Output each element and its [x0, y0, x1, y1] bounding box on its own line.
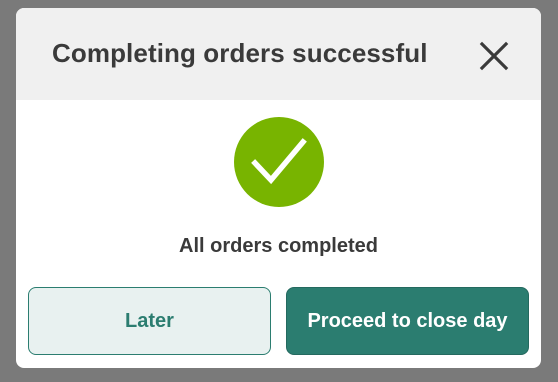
success-dialog: Completing orders successful All orders … — [16, 8, 541, 368]
dialog-title: Completing orders successful — [52, 38, 428, 68]
proceed-to-close-day-button[interactable]: Proceed to close day — [286, 287, 529, 355]
close-button[interactable] — [476, 38, 512, 74]
dialog-header: Completing orders successful — [16, 8, 541, 100]
later-button[interactable]: Later — [28, 287, 271, 355]
later-button-label: Later — [125, 309, 174, 332]
close-icon — [479, 41, 509, 71]
proceed-button-label: Proceed to close day — [307, 309, 508, 332]
status-message: All orders completed — [179, 235, 378, 257]
checkmark-circle-icon — [234, 117, 324, 207]
